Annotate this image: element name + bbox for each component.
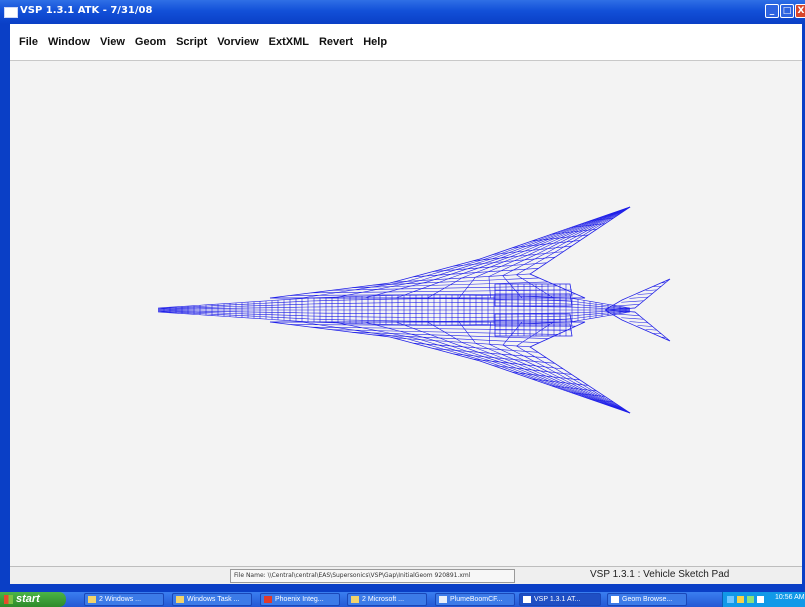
app-icon (4, 7, 18, 18)
window-icon (523, 596, 531, 603)
volume-icon[interactable] (747, 596, 754, 603)
menu-file[interactable]: File (14, 36, 43, 48)
menu-script[interactable]: Script (171, 36, 212, 48)
start-button[interactable]: start (0, 592, 66, 607)
status-bar: File Name: \\Central\central\EAS\Superso… (10, 566, 802, 585)
menu-window[interactable]: Window (43, 36, 95, 48)
taskbar-item[interactable]: 2 Windows ... (84, 593, 164, 606)
taskbar-item[interactable]: Phoenix Integ... (260, 593, 340, 606)
app-name-label: VSP 1.3.1 : Vehicle Sketch Pad (590, 569, 730, 580)
menu-view[interactable]: View (95, 36, 130, 48)
task-manager-icon (176, 596, 184, 603)
document-icon (439, 596, 447, 603)
taskbar-item[interactable]: 2 Microsoft ... (347, 593, 427, 606)
menu-geom[interactable]: Geom (130, 36, 171, 48)
system-tray: 10:56 AM (722, 592, 805, 607)
windows-flag-icon (4, 595, 13, 604)
folder-icon (88, 596, 96, 603)
menu-bar: File Window View Geom Script Vorview Ext… (10, 26, 802, 61)
taskbar-item-active[interactable]: VSP 1.3.1 AT... (519, 593, 601, 606)
window-frame-bottom (0, 584, 805, 592)
title-bar[interactable]: VSP 1.3.1 ATK - 7/31/08 _ □ X (0, 0, 805, 24)
menu-extxml[interactable]: ExtXML (264, 36, 314, 48)
window-frame-left (0, 24, 10, 584)
heart-icon (264, 596, 272, 603)
aircraft-wireframe-model[interactable] (10, 61, 802, 566)
menu-vorview[interactable]: Vorview (212, 36, 263, 48)
window-icon (611, 596, 619, 603)
3d-viewport[interactable] (10, 61, 802, 566)
menu-help[interactable]: Help (358, 36, 392, 48)
taskbar: start 2 Windows ... Windows Task ... Pho… (0, 592, 805, 607)
taskbar-item[interactable]: PlumeBoomCF... (435, 593, 515, 606)
menu-revert[interactable]: Revert (314, 36, 358, 48)
close-button[interactable]: X (795, 4, 805, 18)
clock: 10:56 AM (775, 594, 805, 601)
shield-icon[interactable] (737, 596, 744, 603)
taskbar-item[interactable]: Geom Browse... (607, 593, 687, 606)
vsp-application-window: VSP 1.3.1 ATK - 7/31/08 _ □ X File Windo… (0, 0, 805, 607)
taskbar-item[interactable]: Windows Task ... (172, 593, 252, 606)
file-name-field: File Name: \\Central\central\EAS\Superso… (230, 569, 515, 583)
start-label: start (16, 593, 40, 605)
minimize-button[interactable]: _ (765, 4, 779, 18)
network-icon[interactable] (727, 596, 734, 603)
window-icon (351, 596, 359, 603)
maximize-button[interactable]: □ (780, 4, 794, 18)
tray-app-icon[interactable] (757, 596, 764, 603)
window-title: VSP 1.3.1 ATK - 7/31/08 (20, 5, 153, 16)
